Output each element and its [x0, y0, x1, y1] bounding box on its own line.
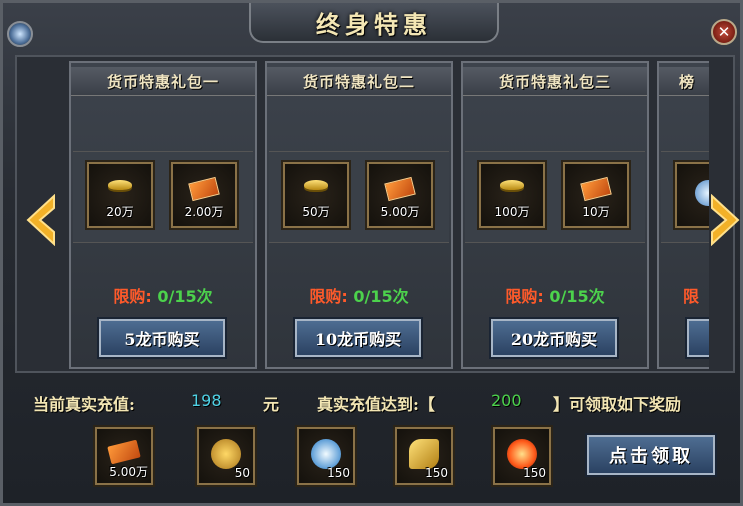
coupon-icon [188, 176, 220, 202]
package-title: 货币特惠礼包二 [267, 67, 451, 96]
package-card: 货币特惠礼包三 100万 10万 限购: 0/15次 20龙币购买 [461, 61, 649, 369]
item-amount: 2.00万 [184, 205, 224, 219]
next-arrow-button[interactable] [705, 187, 743, 253]
coupon-icon [107, 439, 141, 465]
item-amount: 5.00万 [380, 205, 420, 219]
package-carousel: 货币特惠礼包一 20万 2.00万 限购: 0/15次 5龙币购买 货币特惠礼包… [15, 55, 740, 373]
reward-slot[interactable]: 5.00万 [95, 427, 153, 485]
item-amount: 10万 [582, 205, 610, 219]
golden-horn-icon [409, 439, 439, 469]
orb-icon [7, 21, 33, 47]
limit-count: 0/15次 [157, 287, 213, 306]
purchase-limit: 限购: 0/15次 [463, 283, 647, 307]
target-recharge-label: 真实充值达到:【 [317, 395, 435, 414]
fire-orb-icon [507, 439, 537, 469]
gold-ingot-icon [304, 180, 328, 190]
limit-label: 限购: [113, 287, 152, 306]
current-recharge-label: 当前真实充值: [33, 395, 135, 414]
buy-button[interactable]: 5龙币购买 [99, 319, 225, 357]
item-amount: 50万 [302, 205, 330, 219]
reward-amount: 150 [425, 466, 448, 480]
package-title: 榜 [659, 67, 709, 96]
item-slot[interactable]: 2.00万 [171, 162, 237, 228]
coupon-icon [580, 176, 612, 202]
left-arrow-icon [26, 194, 55, 246]
item-amount: 20万 [106, 205, 134, 219]
buy-button[interactable]: 10龙币购买 [295, 319, 421, 357]
limit-label: 限购: [309, 287, 348, 306]
package-card: 货币特惠礼包二 50万 5.00万 限购: 0/15次 10龙币购买 [265, 61, 453, 369]
reward-amount: 150 [523, 466, 546, 480]
purchase-limit: 限 [659, 283, 709, 307]
buy-button[interactable]: 20龙币购买 [491, 319, 617, 357]
item-amount: 100万 [494, 205, 530, 219]
package-items [661, 151, 709, 243]
item-slot[interactable]: 100万 [479, 162, 545, 228]
package-title: 货币特惠礼包三 [463, 67, 647, 96]
title-plate: 终身特惠 [249, 3, 499, 43]
dialog-title: 终身特惠 [316, 9, 432, 39]
purchase-limit: 限购: 0/15次 [267, 283, 451, 307]
target-recharge-value: 200 [491, 391, 522, 410]
crystal-orb-icon [311, 439, 341, 469]
reward-slot[interactable]: 50 [197, 427, 255, 485]
reward-amount: 5.00万 [109, 465, 148, 479]
recharge-info: 当前真实充值: 198 元 真实充值达到:【 200 】可领取如下奖励 [15, 391, 735, 414]
package-items: 50万 5.00万 [269, 151, 449, 243]
recharge-panel: 当前真实充值: 198 元 真实充值达到:【 200 】可领取如下奖励 5.00… [15, 379, 735, 501]
item-slot[interactable]: 5.00万 [367, 162, 433, 228]
item-slot[interactable] [675, 162, 709, 228]
gold-coin-icon [211, 439, 241, 469]
reward-amount: 150 [327, 466, 350, 480]
claim-button[interactable]: 点击领取 [587, 435, 715, 475]
reward-slot[interactable]: 150 [395, 427, 453, 485]
crystal-icon [695, 180, 709, 206]
reward-slot[interactable]: 150 [297, 427, 355, 485]
reward-slot[interactable]: 150 [493, 427, 551, 485]
item-slot[interactable]: 50万 [283, 162, 349, 228]
right-arrow-icon [711, 194, 740, 246]
current-recharge-value: 198 [191, 391, 222, 410]
coupon-icon [384, 176, 416, 202]
close-button[interactable]: ✕ [711, 19, 737, 45]
package-card: 榜 限 [657, 61, 709, 369]
currency-unit: 元 [263, 395, 280, 414]
item-slot[interactable]: 10万 [563, 162, 629, 228]
gold-ingot-icon [108, 180, 132, 190]
limit-label: 限 [683, 287, 700, 306]
item-slot[interactable]: 20万 [87, 162, 153, 228]
close-icon: ✕ [717, 23, 731, 41]
buy-button[interactable] [687, 319, 709, 357]
target-recharge-suffix: 】可领取如下奖励 [553, 395, 682, 414]
purchase-limit: 限购: 0/15次 [71, 283, 255, 307]
package-viewport: 货币特惠礼包一 20万 2.00万 限购: 0/15次 5龙币购买 货币特惠礼包… [69, 59, 709, 371]
limit-label: 限购: [505, 287, 544, 306]
limit-count: 0/15次 [353, 287, 409, 306]
prev-arrow-button[interactable] [21, 187, 61, 253]
package-title: 货币特惠礼包一 [71, 67, 255, 96]
limit-count: 0/15次 [549, 287, 605, 306]
package-items: 100万 10万 [465, 151, 645, 243]
package-card: 货币特惠礼包一 20万 2.00万 限购: 0/15次 5龙币购买 [69, 61, 257, 369]
reward-amount: 50 [234, 466, 250, 480]
gold-ingot-icon [500, 180, 524, 190]
package-items: 20万 2.00万 [73, 151, 253, 243]
dialog-frame: 终身特惠 ✕ 货币特惠礼包一 20万 2.00万 限购: 0/15次 5龙币购买… [0, 0, 743, 506]
